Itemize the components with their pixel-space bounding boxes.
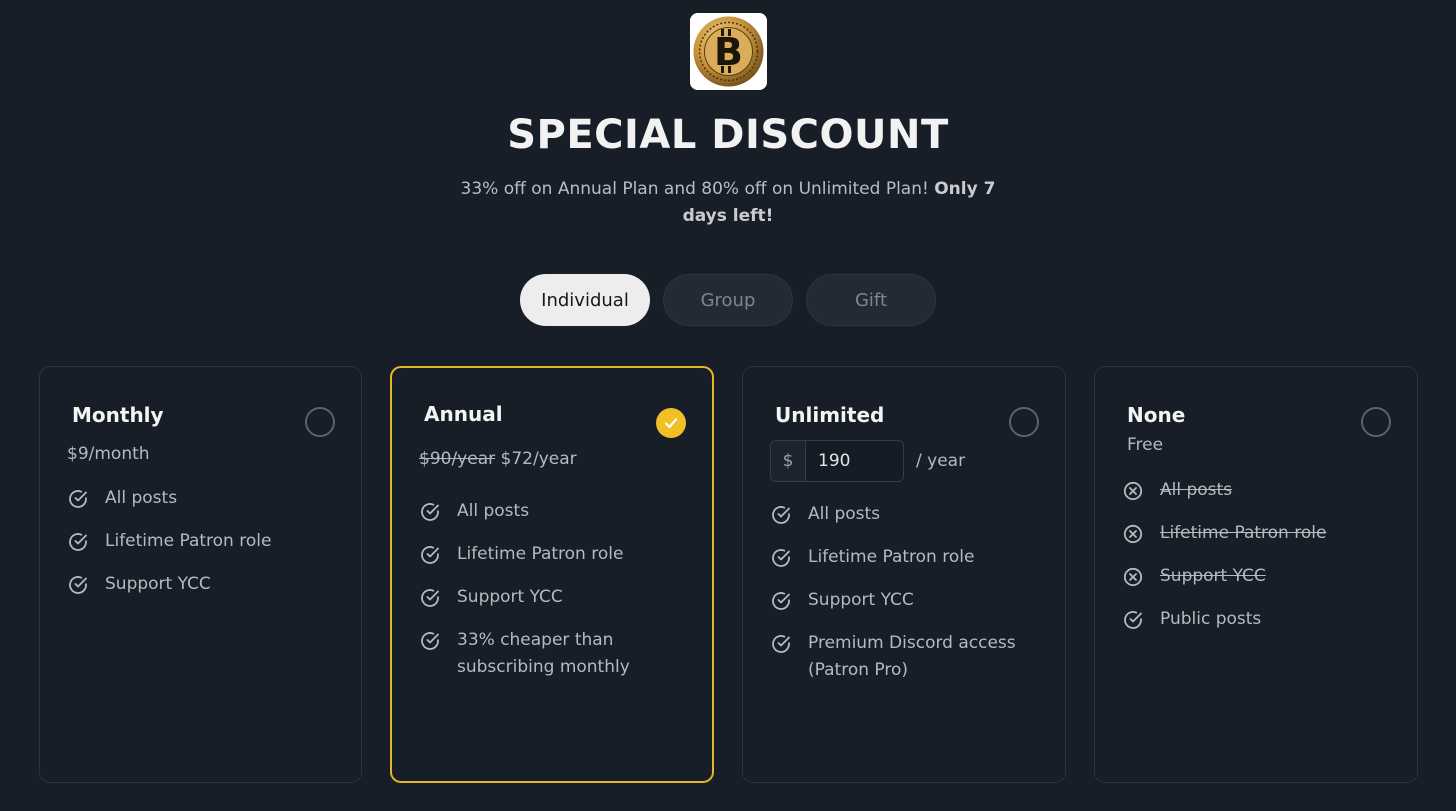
feature-item: Lifetime Patron role <box>770 544 1049 571</box>
feature-text: All posts <box>1160 480 1233 500</box>
check-circle-icon <box>419 544 441 566</box>
feature-item: Lifetime Patron role <box>67 528 345 555</box>
feature-text: Support YCC <box>1160 566 1266 586</box>
tab-individual[interactable]: Individual <box>520 274 650 326</box>
check-circle-icon <box>67 574 89 596</box>
custom-amount-row: $ / year <box>770 440 965 482</box>
feature-item: All posts <box>419 498 696 525</box>
feature-item-excluded: All posts <box>1122 477 1401 504</box>
plan-radio[interactable] <box>1361 407 1391 437</box>
feature-list: All posts Lifetime Patron role Support Y… <box>419 498 696 697</box>
plan-card-monthly[interactable]: Monthly $9/month All posts Lifetime Patr… <box>39 366 362 783</box>
bitcoin-logo: B <box>690 13 767 90</box>
currency-prefix: $ <box>771 441 806 481</box>
feature-item: Support YCC <box>67 571 345 598</box>
plan-radio[interactable] <box>1009 407 1039 437</box>
check-circle-icon <box>1122 609 1144 631</box>
feature-text: Support YCC <box>808 590 914 610</box>
check-circle-icon <box>67 531 89 553</box>
plan-name: Unlimited <box>775 403 885 427</box>
checkmark-icon <box>664 418 678 429</box>
x-circle-icon <box>1122 566 1144 588</box>
feature-list: All posts Lifetime Patron role Support Y… <box>1122 477 1401 649</box>
feature-item: Support YCC <box>770 587 1049 614</box>
check-circle-icon <box>419 501 441 523</box>
feature-text: 33% cheaper than subscribing monthly <box>457 630 630 677</box>
page-title: SPECIAL DISCOUNT <box>507 112 949 158</box>
feature-text: Lifetime Patron role <box>105 531 272 551</box>
feature-text: Lifetime Patron role <box>1160 523 1327 543</box>
plan-price: $90/year $72/year <box>419 449 577 469</box>
feature-text: Lifetime Patron role <box>808 547 975 567</box>
feature-item: All posts <box>67 485 345 512</box>
plan-price: $9/month <box>67 444 150 464</box>
check-circle-icon <box>67 488 89 510</box>
feature-text: Premium Discord access (Patron Pro) <box>808 633 1016 680</box>
feature-text: Support YCC <box>105 574 211 594</box>
feature-item: Premium Discord access (Patron Pro) <box>770 630 1049 684</box>
bitcoin-coin-icon: B <box>690 13 767 90</box>
plan-card-unlimited[interactable]: Unlimited $ / year All posts Lifetime Pa… <box>742 366 1066 783</box>
feature-text: All posts <box>105 488 178 508</box>
x-circle-icon <box>1122 523 1144 545</box>
feature-text: All posts <box>808 504 881 524</box>
feature-item: All posts <box>770 501 1049 528</box>
plan-price: Free <box>1127 435 1164 455</box>
pricing-page: B SPECIAL DISCOUNT 33% off on Annual Pla… <box>0 0 1456 811</box>
plan-card-annual[interactable]: Annual $90/year $72/year All posts Lifet… <box>390 366 714 783</box>
plan-radio[interactable] <box>305 407 335 437</box>
discounted-price: $72/year <box>500 449 577 469</box>
feature-list: All posts Lifetime Patron role Support Y… <box>770 501 1049 700</box>
page-subtitle: 33% off on Annual Plan and 80% off on Un… <box>458 176 998 230</box>
subtitle-text: 33% off on Annual Plan and 80% off on Un… <box>460 179 929 199</box>
check-circle-icon <box>770 504 792 526</box>
plan-name: None <box>1127 403 1186 427</box>
feature-text: All posts <box>457 501 530 521</box>
plan-name: Annual <box>424 402 503 426</box>
plan-name: Monthly <box>72 403 164 427</box>
x-circle-icon <box>1122 480 1144 502</box>
check-circle-icon <box>419 587 441 609</box>
feature-item: Public posts <box>1122 606 1401 633</box>
feature-item: Lifetime Patron role <box>419 541 696 568</box>
amount-input[interactable] <box>806 441 903 481</box>
amount-input-group: $ <box>770 440 904 482</box>
feature-text: Support YCC <box>457 587 563 607</box>
feature-text: Public posts <box>1160 609 1262 629</box>
plan-radio-selected[interactable] <box>656 408 686 438</box>
feature-item: Support YCC <box>419 584 696 611</box>
period-label: / year <box>916 451 966 471</box>
tab-group[interactable]: Group <box>663 274 793 326</box>
feature-item: 33% cheaper than subscribing monthly <box>419 627 696 681</box>
check-circle-icon <box>770 590 792 612</box>
check-circle-icon <box>770 547 792 569</box>
check-circle-icon <box>770 633 792 655</box>
feature-list: All posts Lifetime Patron role Support Y… <box>67 485 345 614</box>
feature-item-excluded: Lifetime Patron role <box>1122 520 1401 547</box>
feature-text: Lifetime Patron role <box>457 544 624 564</box>
tab-gift[interactable]: Gift <box>806 274 936 326</box>
original-price: $90/year <box>419 449 496 469</box>
check-circle-icon <box>419 630 441 652</box>
plan-card-none[interactable]: None Free All posts Lifetime Patron role… <box>1094 366 1418 783</box>
feature-item-excluded: Support YCC <box>1122 563 1401 590</box>
